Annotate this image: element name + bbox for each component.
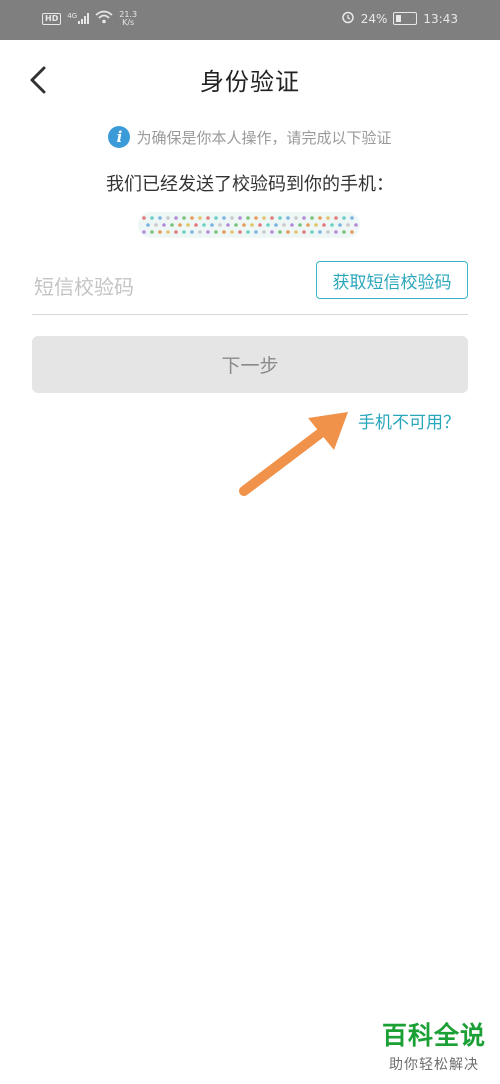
masked-phone-number — [138, 212, 360, 238]
clock: 13:43 — [423, 11, 458, 26]
privacy-mask-dots — [142, 216, 358, 234]
next-step-button[interactable]: 下一步 — [32, 336, 468, 393]
watermark-title: 百科全说 — [381, 1021, 486, 1050]
watermark: 百科全说 助你轻松解决 — [382, 1016, 486, 1074]
sms-code-input[interactable] — [32, 268, 296, 306]
header: 身份验证 — [0, 40, 500, 120]
notice-text: 为确保是你本人操作，请完成以下验证 — [136, 128, 392, 147]
annotation-arrow-icon — [236, 404, 356, 503]
signal-icon: 4G — [67, 12, 90, 24]
hd-badge: HD — [42, 12, 62, 25]
status-bar: HD 4G 21.3 K/s 24% 13:43 — [0, 0, 500, 40]
sms-code-row: 获取短信校验码 — [32, 258, 468, 315]
get-sms-code-button[interactable]: 获取短信校验码 — [316, 261, 468, 299]
status-bar-right: 24% 13:43 — [341, 10, 458, 27]
sent-message: 我们已经发送了校验码到你的手机： — [106, 174, 394, 195]
page-title: 身份验证 — [200, 68, 300, 96]
verification-notice: i 为确保是你本人操作，请完成以下验证 — [0, 126, 500, 148]
watermark-subtitle: 助你轻松解决 — [388, 1057, 479, 1073]
alarm-icon — [341, 10, 355, 27]
net-speed: 21.3 K/s — [119, 10, 137, 27]
network-type: 4G — [67, 12, 78, 20]
info-icon: i — [108, 126, 131, 148]
phone-unavailable-link[interactable]: 手机不可用？ — [358, 408, 460, 433]
wifi-icon — [95, 10, 113, 27]
net-speed-unit: K/s — [122, 17, 135, 27]
battery-percent: 24% — [360, 11, 388, 26]
battery-icon — [393, 12, 418, 25]
status-bar-left: HD 4G 21.3 K/s — [42, 10, 137, 27]
